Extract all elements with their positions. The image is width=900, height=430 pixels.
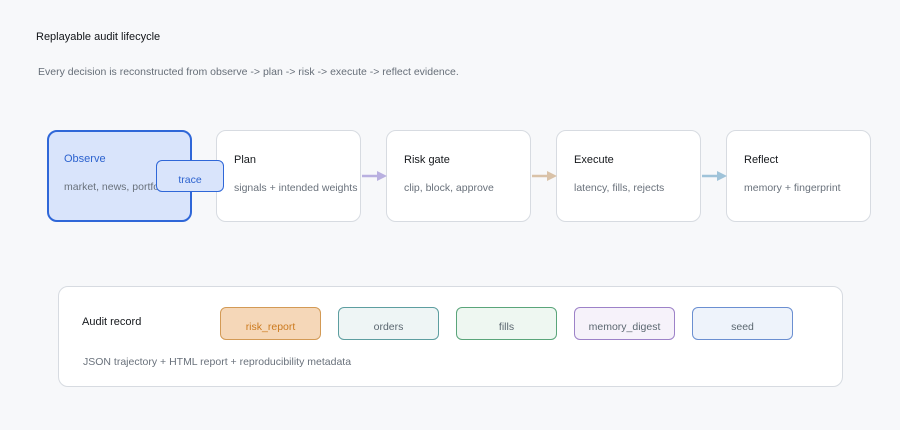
arrow-plan-to-risk (362, 171, 387, 181)
audit-field-seed: seed (692, 307, 793, 340)
audit-field-fills: fills (456, 307, 557, 340)
audit-field-orders: orders (338, 307, 439, 340)
arrow-head (717, 171, 727, 181)
audit-record-footnote: JSON trajectory + HTML report + reproduc… (83, 356, 352, 368)
audit-record-label: Audit record (82, 316, 142, 328)
arrow-execute-to-reflect (702, 171, 727, 181)
diagram-canvas: Replayable audit lifecycle Every decisio… (0, 0, 900, 430)
arrow-head (547, 171, 557, 181)
audit-record-panel: Audit record risk_report orders fills me… (58, 286, 843, 387)
arrow-head (377, 171, 387, 181)
arrow-risk-to-execute (532, 171, 557, 181)
audit-field-risk-report: risk_report (220, 307, 321, 340)
audit-field-memory-digest: memory_digest (574, 307, 675, 340)
